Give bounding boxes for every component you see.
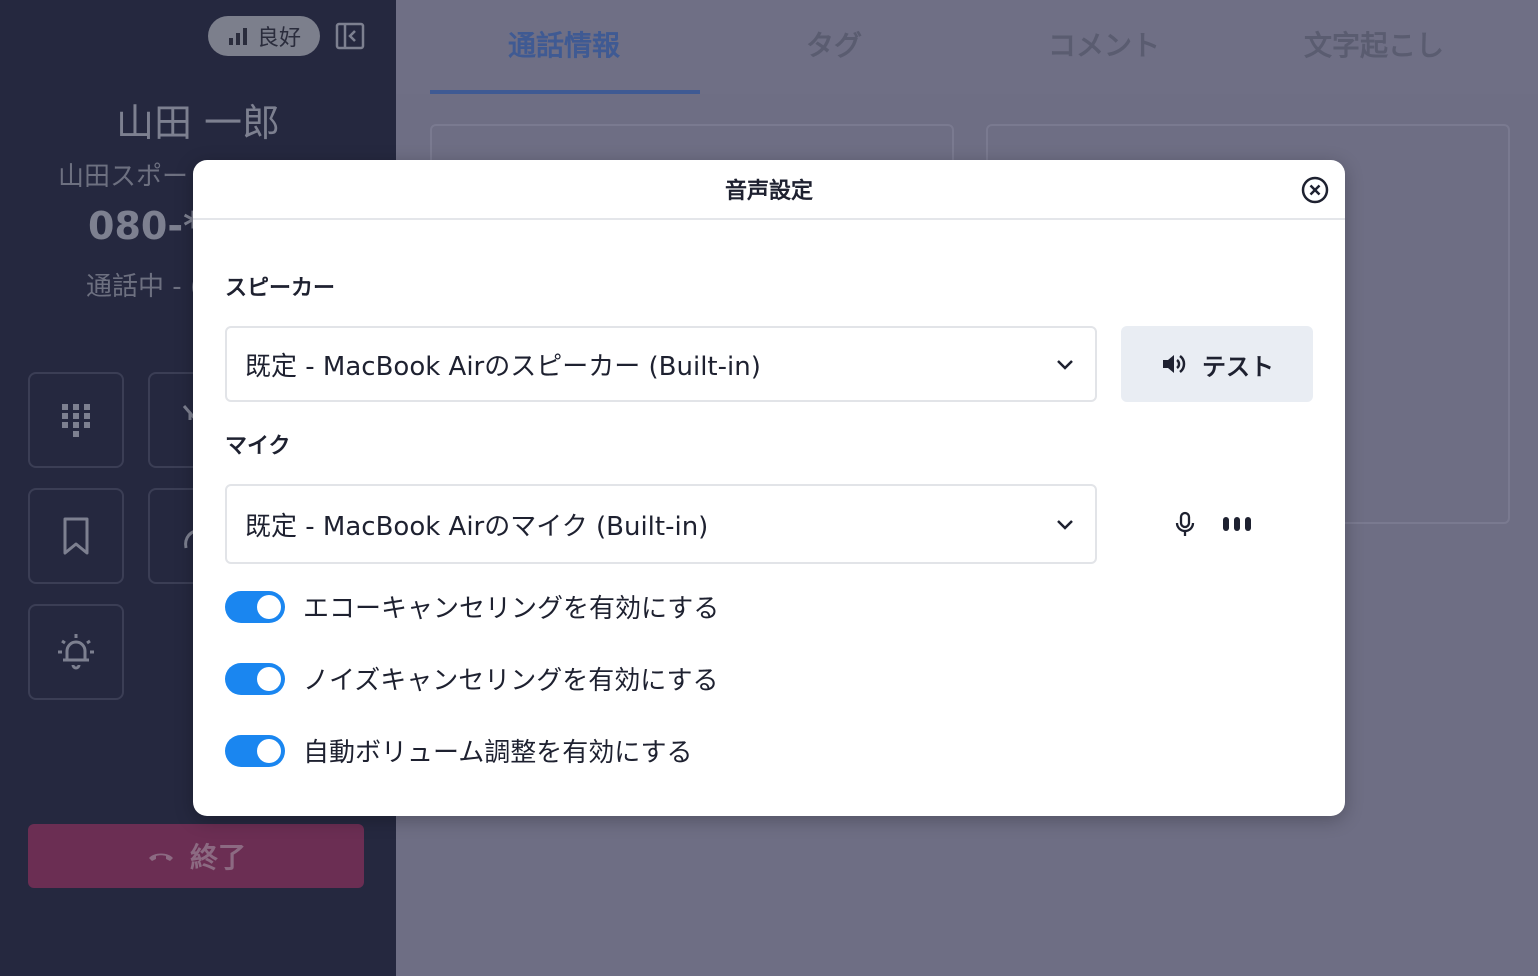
mic-select-value: 既定 - MacBook Airのマイク (Built-in): [245, 511, 709, 542]
alert-button[interactable]: [28, 604, 124, 700]
collapse-sidebar-icon[interactable]: [334, 20, 366, 52]
call-status: 通話中 - (: [86, 272, 201, 302]
mic-level-icon: [1223, 517, 1251, 531]
dialpad-button[interactable]: [28, 372, 124, 468]
tab-tags[interactable]: タグ: [806, 24, 862, 64]
speaker-select[interactable]: 既定 - MacBook Airのスピーカー (Built-in): [225, 326, 1097, 402]
echo-cancellation-label: エコーキャンセリングを有効にする: [303, 594, 720, 624]
microphone-icon: [1175, 511, 1195, 536]
speaker-volume-icon: [1163, 355, 1186, 373]
noise-cancellation-row: ノイズキャンセリングを有効にする: [225, 660, 718, 697]
echo-cancellation-toggle[interactable]: [225, 590, 285, 623]
chevron-down-icon: [1057, 360, 1073, 370]
caller-company: 山田スポー: [58, 162, 189, 192]
caller-name: 山田 一郎: [115, 101, 281, 145]
speaker-select-value: 既定 - MacBook Airのスピーカー (Built-in): [245, 351, 761, 382]
auto-volume-row: 自動ボリューム調整を有効にする: [225, 732, 692, 769]
speaker-test-button[interactable]: テスト: [1121, 326, 1313, 402]
audio-settings-dialog: 音声設定 スピーカー 既定 - MacBook Airのスピーカー (Built…: [193, 160, 1345, 816]
mic-select[interactable]: 既定 - MacBook Airのマイク (Built-in): [225, 484, 1097, 564]
dialpad-icon: [62, 404, 90, 437]
mic-label: マイク: [225, 434, 291, 459]
signal-quality-label: 良好: [256, 26, 301, 51]
speaker-label: スピーカー: [225, 276, 336, 301]
bookmark-button[interactable]: [28, 488, 124, 584]
dialog-header: 音声設定: [193, 160, 1345, 220]
speaker-test-label: テスト: [1202, 352, 1274, 381]
chevron-down-icon: [1057, 520, 1073, 530]
noise-cancellation-label: ノイズキャンセリングを有効にする: [303, 666, 719, 696]
bell-alert-icon: [58, 634, 94, 670]
auto-volume-toggle[interactable]: [225, 734, 285, 767]
end-call-label: 終了: [189, 841, 246, 874]
tab-comments[interactable]: コメント: [1048, 24, 1160, 64]
auto-volume-label: 自動ボリューム調整を有効にする: [303, 738, 693, 768]
close-icon[interactable]: [1299, 174, 1331, 206]
echo-cancellation-row: エコーキャンセリングを有効にする: [225, 588, 719, 625]
tab-transcription[interactable]: 文字起こし: [1304, 24, 1444, 64]
end-call-button[interactable]: 終了: [28, 824, 364, 888]
signal-quality-badge: 良好: [208, 16, 320, 56]
bookmark-icon: [63, 517, 89, 555]
signal-bars-icon: [228, 28, 247, 45]
tab-call-info[interactable]: 通話情報: [508, 24, 620, 64]
noise-cancellation-toggle[interactable]: [225, 662, 285, 695]
dialog-title: 音声設定: [724, 179, 813, 204]
active-tab-indicator: [430, 90, 700, 94]
phone-hangup-icon: [148, 853, 173, 861]
